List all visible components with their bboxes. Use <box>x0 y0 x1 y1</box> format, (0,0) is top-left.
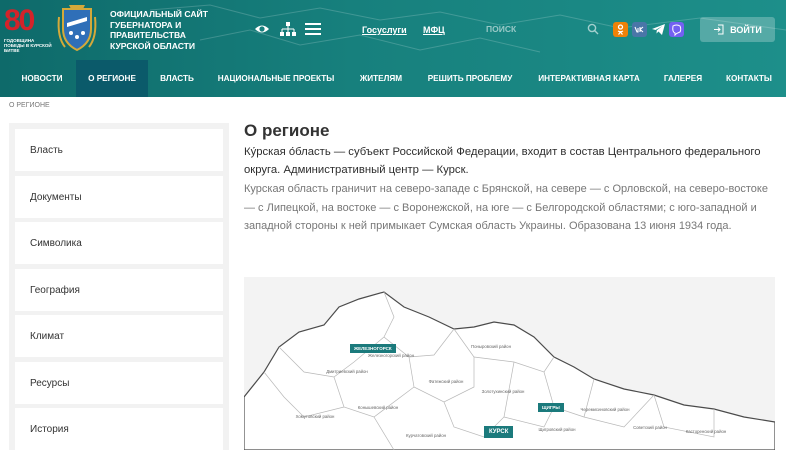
breadcrumb[interactable]: О РЕГИОНЕ <box>9 102 50 109</box>
sidebar: Власть Документы Символика География Кли… <box>9 123 229 450</box>
nav-item-gallery[interactable]: ГАЛЕРЕЯ <box>654 60 712 97</box>
map-label-fatezhsky[interactable]: Фатежский район <box>424 379 468 384</box>
odnoklassniki-icon[interactable] <box>613 22 628 37</box>
login-icon <box>714 24 724 35</box>
map-label-kurchatovsky[interactable]: Курчатовский район <box>402 433 450 438</box>
region-lead-text: Ку́рская о́бласть — субъект Российской Ф… <box>244 146 761 176</box>
map-label-cheremisinovsky[interactable]: Черемисиновский район <box>574 407 636 412</box>
nav-item-national-projects[interactable]: НАЦИОНАЛЬНЫЕ ПРОЕКТЫ <box>206 60 346 97</box>
city-tag-kursk[interactable]: КУРСК <box>484 426 514 438</box>
region-description-text: Курская область граничит на северо-запад… <box>244 183 768 232</box>
main-nav: НОВОСТИ О РЕГИОНЕ ВЛАСТЬ НАЦИОНАЛЬНЫЕ ПР… <box>0 60 786 97</box>
page-title: О регионе <box>244 121 330 140</box>
map-label-zolotukhinsky[interactable]: Золотухинский район <box>476 389 530 394</box>
map-label-sovetsky[interactable]: Советский район <box>628 425 672 430</box>
viber-icon[interactable] <box>669 22 684 37</box>
search-icon[interactable] <box>587 23 599 35</box>
map-label-ponyrovsky[interactable]: Поныровский район <box>468 344 514 349</box>
sitemap-icon[interactable] <box>280 22 296 36</box>
sidebar-item-geography[interactable]: География <box>15 269 223 311</box>
map-label-khomutovsky[interactable]: Хомутовский район <box>290 414 340 419</box>
sidebar-item-history[interactable]: История <box>15 408 223 450</box>
region-map-outline <box>244 291 775 450</box>
telegram-icon[interactable] <box>651 22 666 37</box>
sidebar-item-climate[interactable]: Климат <box>15 315 223 357</box>
city-tag-zheleznogorsk[interactable]: ЖЕЛЕЗНОГОРСК <box>350 344 396 353</box>
nav-item-residents[interactable]: ЖИТЕЛЯМ <box>348 60 414 97</box>
site-title[interactable]: ОФИЦИАЛЬНЫЙ САЙТ ГУБЕРНАТОРА И ПРАВИТЕЛЬ… <box>110 9 220 51</box>
login-label: ВОЙТИ <box>730 24 762 35</box>
eye-icon[interactable] <box>254 22 270 36</box>
sidebar-item-documents[interactable]: Документы <box>15 176 223 218</box>
nav-item-contacts[interactable]: КОНТАКТЫ <box>714 60 784 97</box>
nav-item-government[interactable]: ВЛАСТЬ <box>150 60 204 97</box>
nav-item-about-region[interactable]: О РЕГИОНЕ <box>76 60 148 97</box>
logo-number: 80 <box>4 4 35 37</box>
menu-icon[interactable] <box>305 22 321 36</box>
victory-80-logo[interactable]: 80 ГОДОВЩИНА ПОБЕДЫ В КУРСКОЙ БИТВЕ <box>4 4 52 53</box>
sidebar-item-government[interactable]: Власть <box>15 129 223 171</box>
nav-item-solve-problem[interactable]: РЕШИТЬ ПРОБЛЕМУ <box>416 60 524 97</box>
map-label-dmitrievsky[interactable]: Дмитриевский район <box>324 369 370 374</box>
site-header: 80 ГОДОВЩИНА ПОБЕДЫ В КУРСКОЙ БИТВЕ ОФИЦ… <box>0 0 786 97</box>
nav-item-interactive-map[interactable]: ИНТЕРАКТИВНАЯ КАРТА <box>526 60 652 97</box>
nav-item-news[interactable]: НОВОСТИ <box>10 60 74 97</box>
logo-caption: ГОДОВЩИНА ПОБЕДЫ В КУРСКОЙ БИТВЕ <box>4 38 52 53</box>
map-label-konyshevsky[interactable]: Конышевский район <box>354 405 402 410</box>
city-tag-shchigry[interactable]: ЩИГРЫ <box>538 403 564 412</box>
region-map[interactable]: ЖЕЛЕЗНОГОРСК ЩИГРЫ КУРСК Железногорский … <box>244 277 775 450</box>
map-label-shchigrovsky[interactable]: Щигровский район <box>532 427 582 432</box>
map-label-kastorensky[interactable]: Касторенский район <box>680 429 732 434</box>
gosuslugi-link[interactable]: Госуслуги <box>362 25 407 35</box>
sidebar-item-symbols[interactable]: Символика <box>15 222 223 264</box>
sidebar-item-resources[interactable]: Ресурсы <box>15 362 223 404</box>
mfc-link[interactable]: МФЦ <box>423 25 445 35</box>
vk-icon[interactable] <box>632 22 647 37</box>
kursk-coat-of-arms-icon[interactable] <box>55 3 99 55</box>
login-button[interactable]: ВОЙТИ <box>700 17 775 42</box>
map-label-zheleznogorsky[interactable]: Железногорский район <box>366 353 416 358</box>
